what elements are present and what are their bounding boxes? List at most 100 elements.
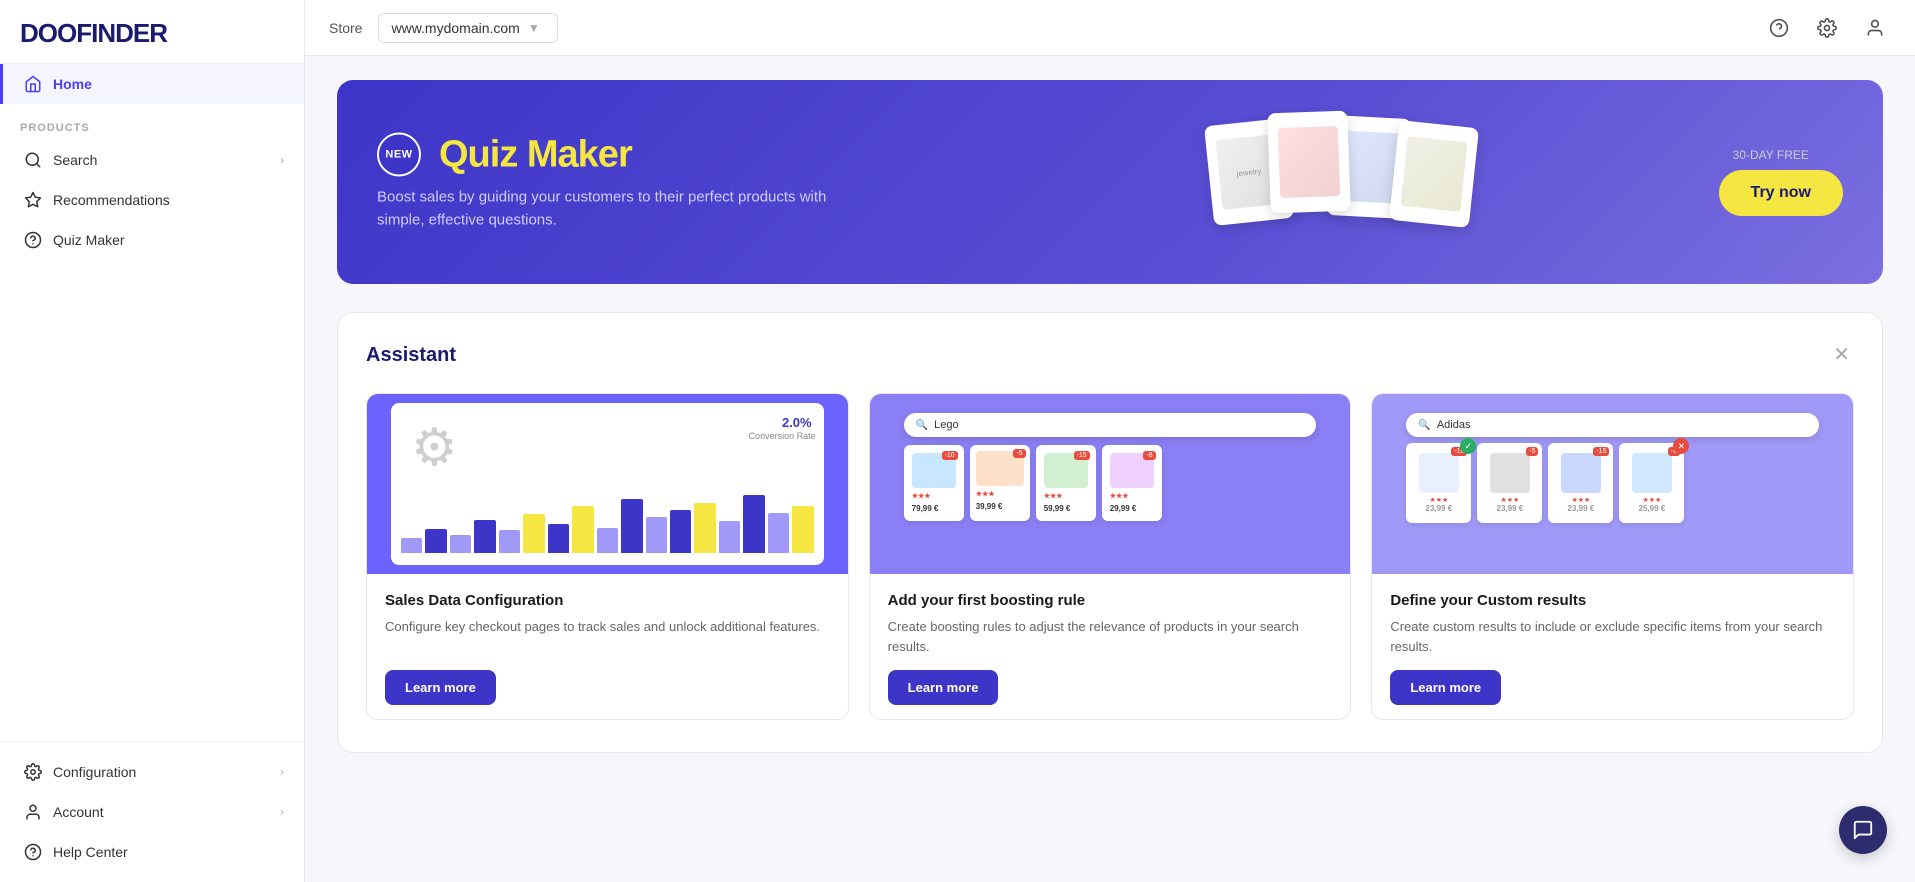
custom-result-row: -10 ★★★ 23,99 € ✓ -5 ★★★ bbox=[1406, 443, 1819, 523]
assistant-card-boosting-rule: 🔍 Lego ★★★ 79,99 € -10 bbox=[869, 393, 1352, 720]
assistant-card-sales-data: ⚙ 2.0% Conversion Rate bbox=[366, 393, 849, 720]
sidebar-item-help-center[interactable]: Help Center bbox=[0, 832, 304, 872]
topbar-actions bbox=[1763, 12, 1891, 44]
product-cards-mock: ★★★ 79,99 € -10 ★★★ 39,99 € -5 bbox=[904, 445, 1317, 521]
sidebar-quiz-maker-label: Quiz Maker bbox=[53, 232, 125, 248]
custom-results-title: Define your Custom results bbox=[1390, 592, 1835, 609]
sale-badge-2: -5 bbox=[1013, 449, 1025, 458]
sidebar-item-configuration[interactable]: Configuration › bbox=[0, 752, 304, 792]
logo-area: DOOFINDER bbox=[0, 0, 304, 64]
search-mock-text: Lego bbox=[934, 419, 958, 431]
topbar: Store www.mydomain.com ▼ bbox=[305, 0, 1915, 56]
sales-data-title: Sales Data Configuration bbox=[385, 592, 830, 609]
product-card-mock-3: ★★★ 59,99 € -15 bbox=[1036, 445, 1096, 521]
x-badge-icon: ✕ bbox=[1673, 438, 1689, 454]
sidebar-item-home[interactable]: Home bbox=[0, 64, 304, 104]
custom-search-bar-mock: 🔍 Adidas bbox=[1406, 413, 1819, 437]
product-card-mock-2: ★★★ 39,99 € -5 bbox=[970, 445, 1030, 521]
sale-badge: -10 bbox=[942, 451, 958, 460]
quiz-maker-banner: NEW Quiz Maker Boost sales by guiding yo… bbox=[337, 80, 1883, 284]
trial-text: 30-DAY FREE bbox=[1733, 148, 1809, 162]
help-icon bbox=[23, 842, 43, 862]
sidebar: DOOFINDER Home PRODUCTS Search › Recomme… bbox=[0, 0, 305, 882]
main-content: Store www.mydomain.com ▼ bbox=[305, 0, 1915, 882]
sidebar-item-account[interactable]: Account › bbox=[0, 792, 304, 832]
help-topbar-button[interactable] bbox=[1763, 12, 1795, 44]
sidebar-help-label: Help Center bbox=[53, 844, 128, 860]
boosting-rule-illustration: 🔍 Lego ★★★ 79,99 € -10 bbox=[870, 394, 1351, 574]
assistant-cards-grid: ⚙ 2.0% Conversion Rate bbox=[366, 393, 1854, 720]
search-bar-mock: 🔍 Lego bbox=[904, 413, 1317, 437]
custom-results-body: Define your Custom results Create custom… bbox=[1372, 574, 1853, 719]
user-topbar-button[interactable] bbox=[1859, 12, 1891, 44]
account-icon bbox=[23, 802, 43, 822]
conversion-label: Conversion Rate bbox=[749, 431, 816, 441]
custom-result-3: -15 ★★★ 23,99 € bbox=[1548, 443, 1613, 523]
chevron-right-icon: › bbox=[280, 153, 284, 167]
boosting-rule-learn-more-button[interactable]: Learn more bbox=[888, 670, 999, 705]
chevron-right-icon: › bbox=[280, 765, 284, 779]
chat-support-button[interactable] bbox=[1839, 806, 1887, 854]
configuration-icon bbox=[23, 762, 43, 782]
conversion-rate: 2.0% bbox=[782, 415, 812, 430]
sidebar-item-quiz-maker[interactable]: Quiz Maker bbox=[0, 220, 304, 260]
custom-result-2: -5 ★★★ 23,99 € bbox=[1477, 443, 1542, 523]
sidebar-configuration-label: Configuration bbox=[53, 764, 136, 780]
sidebar-home-label: Home bbox=[53, 76, 92, 92]
custom-results-desc: Create custom results to include or excl… bbox=[1390, 617, 1835, 656]
mock-product-card-2 bbox=[1267, 111, 1350, 214]
assistant-title: Assistant bbox=[366, 344, 456, 367]
custom-search-icon: 🔍 bbox=[1418, 420, 1430, 431]
search-mock: 🔍 Lego ★★★ 79,99 € -10 bbox=[894, 403, 1327, 565]
sales-data-illustration: ⚙ 2.0% Conversion Rate bbox=[367, 394, 848, 574]
banner-image: jewelry bbox=[1209, 112, 1499, 252]
sidebar-bottom: Configuration › Account › Help Center bbox=[0, 741, 304, 882]
sidebar-search-label: Search bbox=[53, 152, 97, 168]
gear-illustration-icon: ⚙ bbox=[411, 418, 458, 478]
sales-data-body: Sales Data Configuration Configure key c… bbox=[367, 574, 848, 719]
assistant-card-custom-results: 🔍 Adidas -10 ★★★ 23,99 € ✓ bbox=[1371, 393, 1854, 720]
try-now-button[interactable]: Try now bbox=[1719, 170, 1843, 216]
sidebar-item-recommendations[interactable]: Recommendations bbox=[0, 180, 304, 220]
custom-results-mock: 🔍 Adidas -10 ★★★ 23,99 € ✓ bbox=[1396, 403, 1829, 565]
settings-topbar-button[interactable] bbox=[1811, 12, 1843, 44]
chart-mock: ⚙ 2.0% Conversion Rate bbox=[391, 403, 824, 565]
sale-badge-3: -15 bbox=[1074, 451, 1090, 460]
store-value: www.mydomain.com bbox=[391, 20, 519, 36]
check-badge-icon: ✓ bbox=[1460, 438, 1476, 454]
new-badge: NEW bbox=[377, 133, 421, 177]
recommendations-icon bbox=[23, 190, 43, 210]
search-icon bbox=[23, 150, 43, 170]
sidebar-item-search[interactable]: Search › bbox=[0, 140, 304, 180]
custom-results-illustration: 🔍 Adidas -10 ★★★ 23,99 € ✓ bbox=[1372, 394, 1853, 574]
chart-bars bbox=[401, 493, 814, 553]
product-card-mock-4: ★★★ 29,99 € -8 bbox=[1102, 445, 1162, 521]
sidebar-recommendations-label: Recommendations bbox=[53, 192, 170, 208]
brand-logo: DOOFINDER bbox=[20, 18, 284, 49]
banner-title: Quiz Maker bbox=[439, 133, 632, 176]
sales-data-learn-more-button[interactable]: Learn more bbox=[385, 670, 496, 705]
result-sale-badge-2: -5 bbox=[1526, 447, 1538, 456]
sales-data-desc: Configure key checkout pages to track sa… bbox=[385, 617, 830, 656]
custom-result-4: -8 ★★★ 25,99 € ✕ bbox=[1619, 443, 1684, 523]
assistant-header: Assistant ✕ bbox=[366, 341, 1854, 369]
sidebar-account-label: Account bbox=[53, 804, 104, 820]
banner-subtitle: Boost sales by guiding your customers to… bbox=[377, 187, 837, 232]
page-content: NEW Quiz Maker Boost sales by guiding yo… bbox=[305, 56, 1915, 882]
assistant-close-button[interactable]: ✕ bbox=[1829, 341, 1854, 369]
products-section-label: PRODUCTS bbox=[0, 104, 304, 140]
custom-results-learn-more-button[interactable]: Learn more bbox=[1390, 670, 1501, 705]
store-selector[interactable]: www.mydomain.com ▼ bbox=[378, 13, 558, 43]
product-card-mock-1: ★★★ 79,99 € -10 bbox=[904, 445, 964, 521]
assistant-section: Assistant ✕ ⚙ 2.0% Conversion Rate bbox=[337, 312, 1883, 753]
quiz-icon bbox=[23, 230, 43, 250]
custom-result-1: -10 ★★★ 23,99 € ✓ bbox=[1406, 443, 1471, 523]
custom-search-text: Adidas bbox=[1437, 419, 1471, 431]
boosting-rule-desc: Create boosting rules to adjust the rele… bbox=[888, 617, 1333, 656]
mock-product-card-4 bbox=[1389, 120, 1479, 228]
boosting-rule-title: Add your first boosting rule bbox=[888, 592, 1333, 609]
boosting-rule-body: Add your first boosting rule Create boos… bbox=[870, 574, 1351, 719]
banner-cta-area: 30-DAY FREE Try now bbox=[1699, 148, 1843, 216]
store-label: Store bbox=[329, 20, 362, 36]
search-mock-icon: 🔍 bbox=[916, 420, 928, 431]
